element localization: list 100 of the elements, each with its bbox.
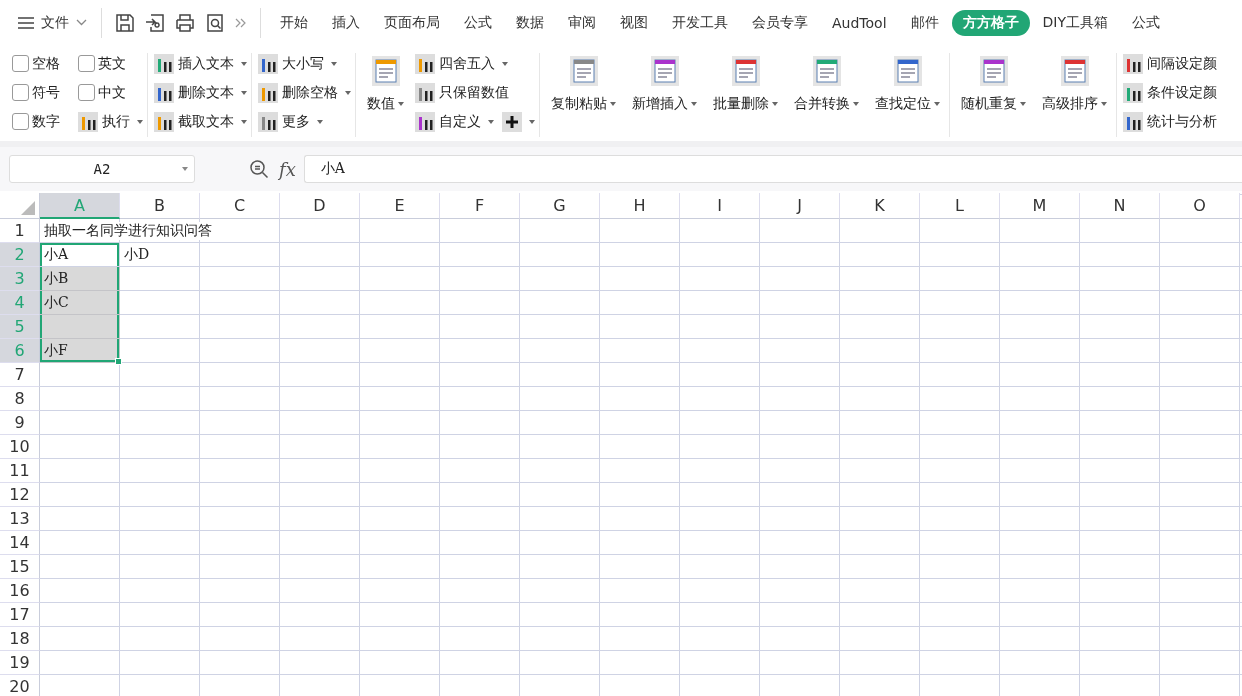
selected-cell[interactable]: 小A: [40, 243, 120, 267]
column-header[interactable]: O: [1160, 193, 1240, 219]
ribbon-button[interactable]: 随机重复: [956, 49, 1031, 113]
ribbon-tab[interactable]: AudTool: [821, 10, 898, 35]
caret-icon: [488, 119, 494, 124]
name-box[interactable]: A2: [9, 155, 195, 183]
cell-text: 小C: [44, 293, 69, 312]
tool-icon: [415, 111, 435, 132]
column-header[interactable]: N: [1080, 193, 1160, 219]
caret-icon: [853, 102, 859, 106]
column-header[interactable]: I: [680, 193, 760, 219]
formula-field[interactable]: 小A: [303, 155, 1242, 183]
ribbon-tab[interactable]: 插入: [321, 9, 371, 36]
ribbon-button[interactable]: 合并转换: [789, 49, 864, 113]
menu-icon: [18, 16, 34, 29]
column-header[interactable]: C: [200, 193, 280, 219]
checkbox[interactable]: 空格: [12, 54, 70, 73]
selected-cell[interactable]: 小B: [40, 267, 120, 291]
checkbox[interactable]: 数字: [12, 112, 70, 131]
row-header[interactable]: 18: [0, 627, 40, 651]
function-label[interactable]: fx: [279, 158, 296, 180]
column-header[interactable]: H: [600, 193, 680, 219]
export-icon[interactable]: [145, 12, 165, 33]
checkbox[interactable]: 符号: [12, 83, 70, 102]
row-header[interactable]: 15: [0, 555, 40, 579]
row-header[interactable]: 17: [0, 603, 40, 627]
column-header[interactable]: E: [360, 193, 440, 219]
ribbon-tab[interactable]: 视图: [609, 9, 659, 36]
tool-icon: [258, 53, 278, 74]
ribbon-button[interactable]: 查找定位: [870, 49, 945, 113]
selected-cell[interactable]: [40, 315, 120, 339]
checkbox[interactable]: 中文: [78, 83, 136, 102]
ribbon-button[interactable]: 四舍五入: [415, 53, 508, 74]
row-header[interactable]: 19: [0, 651, 40, 675]
caret-icon: [241, 90, 247, 95]
ribbon-tab[interactable]: 公式: [453, 9, 503, 36]
ribbon-tab[interactable]: 会员专享: [741, 9, 819, 36]
ribbon-button[interactable]: 高级排序: [1037, 49, 1112, 113]
row-header[interactable]: 13: [0, 507, 40, 531]
save-icon[interactable]: [115, 12, 135, 33]
column-header[interactable]: F: [440, 193, 520, 219]
ribbon-button[interactable]: 执行: [78, 111, 143, 132]
ribbon-button[interactable]: 删除文本: [154, 82, 247, 103]
ribbon-button[interactable]: 截取文本: [154, 111, 247, 132]
print-icon[interactable]: [175, 12, 195, 33]
row-header[interactable]: 14: [0, 531, 40, 555]
row-header[interactable]: 12: [0, 483, 40, 507]
ribbon-button[interactable]: 删除空格: [258, 82, 351, 103]
caret-icon: [1101, 102, 1107, 106]
tool-icon: [154, 82, 174, 103]
ribbon-button[interactable]: 新增插入: [627, 49, 702, 113]
add-button[interactable]: [502, 111, 535, 132]
column-header[interactable]: K: [840, 193, 920, 219]
checkbox[interactable]: 英文: [78, 54, 136, 73]
ribbon-button[interactable]: 复制粘贴: [546, 49, 621, 113]
column-header[interactable]: L: [920, 193, 1000, 219]
file-menu-button[interactable]: 文件: [16, 13, 93, 32]
column-header[interactable]: J: [760, 193, 840, 219]
ribbon-tab[interactable]: 开发工具: [661, 9, 739, 36]
caret-icon: [1020, 102, 1026, 106]
ribbon-tab[interactable]: 审阅: [557, 9, 607, 36]
ribbon-button[interactable]: 条件设定颜: [1123, 82, 1217, 103]
row-header[interactable]: 16: [0, 579, 40, 603]
ribbon-tab[interactable]: 开始: [269, 9, 319, 36]
ribbon-button[interactable]: 只保留数值: [415, 82, 509, 103]
ribbon-button[interactable]: 自定义: [415, 111, 494, 132]
plus-icon: [502, 111, 522, 132]
column-header[interactable]: M: [1000, 193, 1080, 219]
print-preview-icon[interactable]: [205, 12, 225, 33]
selected-cell[interactable]: 小F: [40, 339, 120, 363]
ribbon-tab[interactable]: 邮件: [899, 9, 950, 36]
fill-handle[interactable]: [115, 358, 122, 365]
tool-icon: [154, 111, 174, 132]
ribbon-button[interactable]: 更多: [258, 111, 323, 132]
column-header[interactable]: D: [280, 193, 360, 219]
column-header[interactable]: G: [520, 193, 600, 219]
ribbon-tab[interactable]: DIY工具箱: [1031, 9, 1119, 36]
row-header[interactable]: 1: [0, 219, 40, 243]
ribbon-button[interactable]: 数值: [362, 49, 409, 113]
tool-icon: [78, 111, 98, 132]
row-header[interactable]: 11: [0, 459, 40, 483]
caret-icon: [137, 119, 143, 124]
caret-icon: [610, 102, 616, 106]
ribbon-button[interactable]: 批量删除: [708, 49, 783, 113]
caret-icon: [502, 61, 508, 66]
zoom-icon[interactable]: [249, 159, 269, 179]
row-header[interactable]: 8: [0, 387, 40, 411]
ribbon-tab[interactable]: 数据: [505, 9, 555, 36]
ribbon-tab[interactable]: 公式: [1121, 9, 1171, 36]
ribbon-button[interactable]: 统计与分析: [1123, 111, 1217, 132]
ribbon-tab[interactable]: 页面布局: [373, 9, 451, 36]
more-icon[interactable]: [235, 17, 247, 28]
selected-cell[interactable]: 小C: [40, 291, 120, 315]
row-header[interactable]: 9: [0, 411, 40, 435]
row-header[interactable]: 10: [0, 435, 40, 459]
ribbon-button[interactable]: 大小写: [258, 53, 337, 74]
row-header[interactable]: 7: [0, 363, 40, 387]
ribbon-button[interactable]: 间隔设定颜: [1123, 53, 1217, 74]
ribbon-button[interactable]: 插入文本: [154, 53, 247, 74]
column-header[interactable]: B: [120, 193, 200, 219]
